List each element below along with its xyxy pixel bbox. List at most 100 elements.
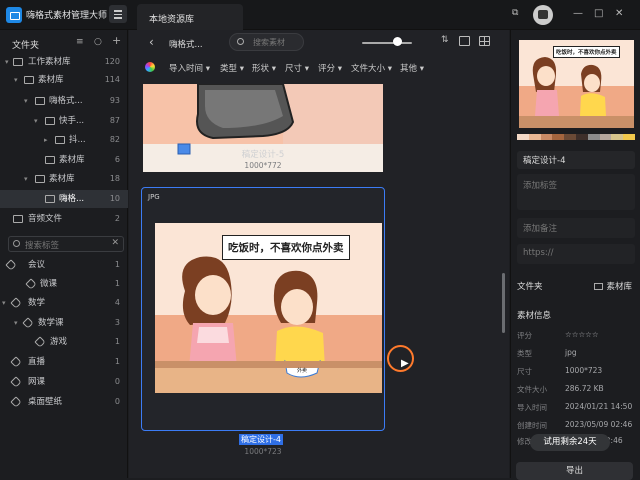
- item-name-selected[interactable]: 稿定设计-4: [239, 434, 283, 445]
- tag-item-meeting[interactable]: 会议 1: [0, 256, 128, 274]
- tree-item-work-library[interactable]: ▾ 工作素材库 120: [0, 53, 128, 71]
- info-row-created-time: 创建时间 2023/05/09 02:46: [517, 420, 633, 430]
- color-swatch[interactable]: [564, 134, 576, 140]
- tag-icon: [10, 356, 22, 368]
- tree-item-material-library-2[interactable]: ▾ 素材库 18: [0, 170, 128, 188]
- color-swatch[interactable]: [587, 134, 600, 140]
- tree-item-material-sub[interactable]: 素材库 6: [0, 151, 128, 169]
- color-swatch[interactable]: [540, 134, 553, 140]
- tag-icon: [34, 336, 46, 348]
- filter-size[interactable]: 尺寸 ▾: [285, 62, 309, 74]
- folder-icon: [13, 215, 23, 223]
- search-icon: [13, 240, 20, 247]
- info-row-import-time: 导入时间 2024/01/21 14:50: [517, 402, 633, 412]
- tag-search-input[interactable]: 搜索标签 ✕: [8, 236, 124, 252]
- thumbnail-image: 吃饭时，不喜欢你点外卖 外卖: [155, 223, 382, 393]
- color-palette[interactable]: [517, 134, 635, 140]
- color-swatch[interactable]: [623, 134, 635, 140]
- tree-item-kuaishou[interactable]: ▾ 快手... 87: [0, 112, 128, 130]
- search-icon[interactable]: ○: [94, 37, 102, 47]
- folder-header: 文件夹: [12, 41, 40, 51]
- folder-icon: [45, 195, 55, 203]
- filter-import-time[interactable]: 导入时间 ▾: [169, 62, 210, 74]
- url-field[interactable]: https://: [517, 244, 635, 264]
- tree-item-audio[interactable]: 音频文件 2: [0, 210, 128, 228]
- item-dimensions: 1000*723: [244, 447, 282, 456]
- monitor-icon[interactable]: [459, 36, 470, 46]
- tags-field[interactable]: 添加标签: [517, 174, 635, 210]
- filter-file-size[interactable]: 文件大小 ▾: [351, 62, 392, 74]
- folder-section-label: 文件夹: [517, 282, 543, 292]
- back-icon[interactable]: ‹: [149, 35, 154, 49]
- info-section-label: 素材信息: [517, 311, 552, 321]
- tag-item-live[interactable]: 直播 1: [0, 353, 128, 371]
- folder-value[interactable]: 素材库: [594, 280, 632, 292]
- sidebar: 文件夹 ≡ ○ + ▾ 工作素材库 120 ▾ 素材库 114 ▾ 嗨格式... 93…: [0, 30, 128, 478]
- selected-item-card[interactable]: JPG 吃饭时，不喜欢你点外卖 外卖: [141, 187, 385, 431]
- filter-icon[interactable]: ≡: [76, 37, 84, 47]
- item-name: 稿定设计-5: [241, 150, 285, 160]
- avatar[interactable]: [533, 5, 553, 25]
- color-swatch[interactable]: [575, 134, 588, 140]
- scrollbar[interactable]: [502, 273, 505, 333]
- tree-item-material-library[interactable]: ▾ 素材库 114: [0, 71, 128, 89]
- trial-remaining-badge[interactable]: 试用剩余24天: [530, 434, 610, 451]
- minimize-icon[interactable]: —: [573, 8, 583, 19]
- tag-item-wallpaper[interactable]: 桌面壁纸 0: [0, 393, 128, 411]
- color-swatch[interactable]: [517, 134, 529, 140]
- color-swatch[interactable]: [552, 134, 565, 140]
- info-row-rating[interactable]: 评分 ☆☆☆☆☆: [517, 330, 635, 344]
- zoom-slider[interactable]: [362, 42, 412, 44]
- tree-item-douyin[interactable]: ▸ 抖... 82: [0, 131, 128, 149]
- breadcrumb: 嗨格式...: [169, 40, 203, 50]
- filter-shape[interactable]: 形状 ▾: [252, 62, 276, 74]
- app-title: 嗨格式素材管理大师: [26, 11, 108, 21]
- tag-item-online-class[interactable]: 网课 0: [0, 373, 128, 391]
- item-dimensions: 1000*772: [244, 161, 282, 170]
- tag-item-math[interactable]: ▾ 数学 4: [0, 294, 128, 312]
- folder-icon: [35, 97, 45, 105]
- tag-item-game[interactable]: 游戏 1: [0, 333, 128, 351]
- sort-icon[interactable]: ⇅: [441, 35, 452, 45]
- grid-view-icon[interactable]: [479, 36, 490, 46]
- comic-speech-bubble: 吃饭时，不喜欢你点外卖: [222, 235, 350, 260]
- tag-item-math-class[interactable]: ▾ 数学课 3: [0, 314, 128, 332]
- export-button[interactable]: 导出: [516, 462, 633, 480]
- search-icon: [237, 38, 244, 45]
- folder-icon: [594, 283, 604, 290]
- info-row-type: 类型 jpg: [517, 348, 577, 358]
- preview-speech-bubble: 吃饭时，不喜欢你点外卖: [553, 46, 620, 58]
- format-badge: JPG: [148, 193, 160, 201]
- clear-icon[interactable]: ✕: [111, 238, 119, 248]
- tag-icon: [10, 396, 22, 408]
- folder-icon: [35, 175, 45, 183]
- notes-field[interactable]: 添加备注: [517, 218, 635, 238]
- color-swatch[interactable]: [599, 134, 612, 140]
- bowl-label: 外卖: [297, 368, 308, 374]
- info-row-dimensions: 尺寸 1000*723: [517, 366, 603, 376]
- tree-item-haigeshi[interactable]: ▾ 嗨格式... 93: [0, 92, 128, 110]
- add-icon[interactable]: +: [112, 34, 121, 47]
- name-field[interactable]: 稿定设计-4: [517, 151, 635, 169]
- preview-image: 吃饭时，不喜欢你点外卖: [519, 40, 634, 128]
- tag-icon: [10, 297, 22, 309]
- filter-rating[interactable]: 评分 ▾: [318, 62, 342, 74]
- close-icon[interactable]: ✕: [615, 8, 623, 19]
- filter-other[interactable]: 其他 ▾: [400, 62, 424, 74]
- folder-icon: [45, 117, 55, 125]
- menu-icon[interactable]: [109, 5, 127, 23]
- search-input[interactable]: 搜索素材: [229, 33, 304, 51]
- tag-icon: [10, 376, 22, 388]
- maximize-icon[interactable]: □: [594, 8, 603, 19]
- tree-item-haige-selected[interactable]: 嗨格... 10: [0, 190, 128, 208]
- color-swatch[interactable]: [528, 134, 541, 140]
- sidebar-toggle-icon[interactable]: ⧉: [512, 8, 518, 18]
- zoom-slider-handle[interactable]: [392, 37, 402, 46]
- title-bar: 嗨格式素材管理大师 本地资源库 ⧉ — □ ✕: [0, 0, 640, 30]
- tag-icon: [5, 259, 17, 271]
- tag-icon: [22, 317, 34, 329]
- tag-item-microcourse[interactable]: 微课 1: [0, 275, 128, 293]
- color-swatch[interactable]: [611, 134, 624, 140]
- tab-local-library[interactable]: 本地资源库: [137, 4, 243, 30]
- filter-type[interactable]: 类型 ▾: [220, 62, 244, 74]
